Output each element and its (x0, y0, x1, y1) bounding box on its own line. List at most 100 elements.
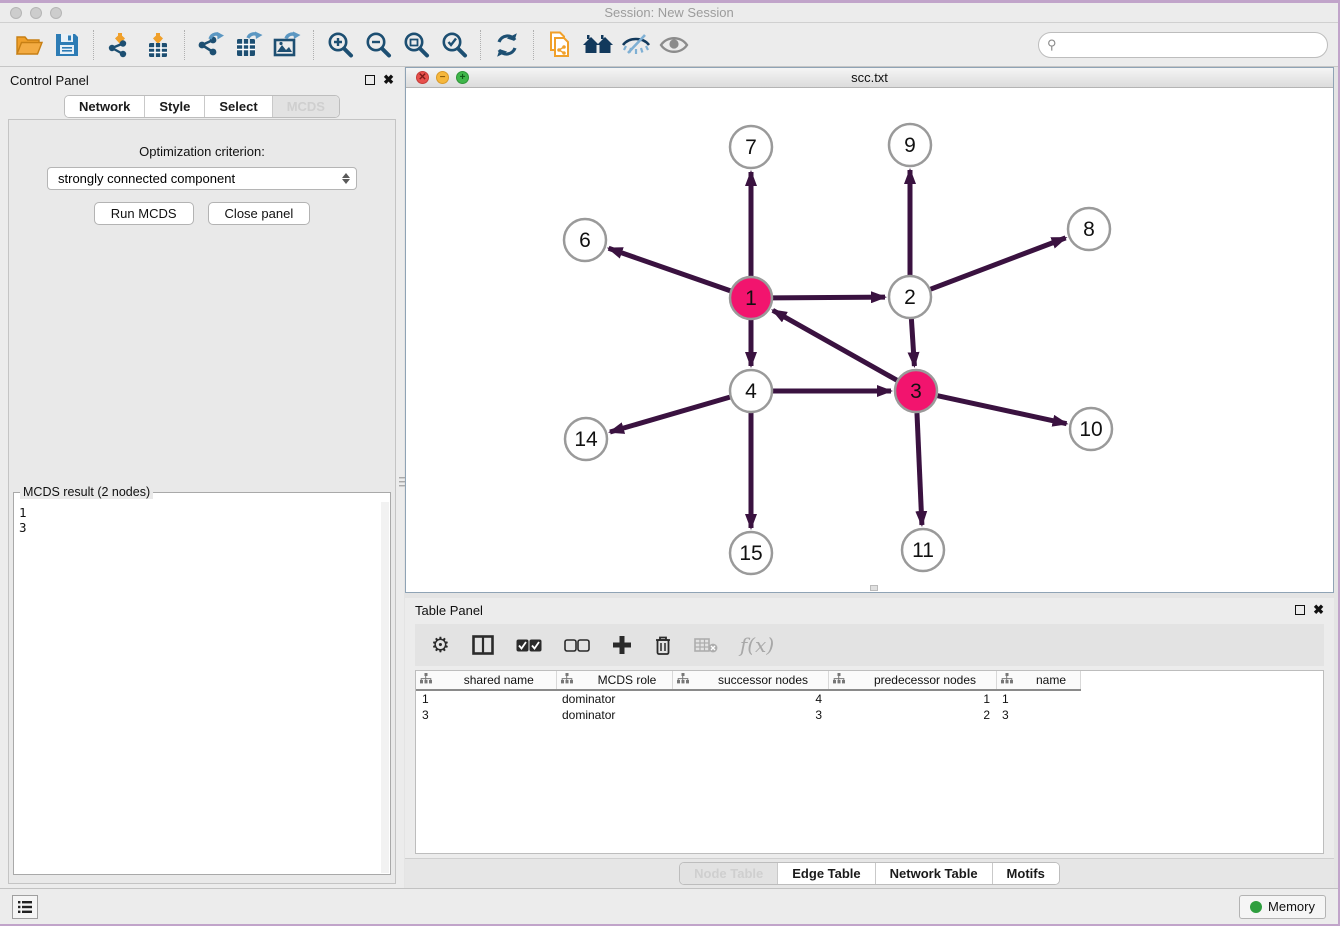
list-icon (17, 900, 33, 914)
search-field-wrap: ⚲ (1038, 32, 1328, 58)
graph-node-8[interactable]: 8 (1068, 208, 1110, 250)
float-panel-icon[interactable] (365, 75, 375, 85)
cell[interactable]: 1 (996, 690, 1080, 707)
svg-text:15: 15 (739, 542, 762, 565)
export-image-icon[interactable] (270, 28, 304, 62)
graph-node-10[interactable]: 10 (1070, 408, 1112, 450)
column-view-icon[interactable] (472, 635, 494, 655)
column-header-shared-name[interactable]: shared name (416, 671, 556, 690)
graph-edge-2-3[interactable] (911, 319, 914, 366)
delete-column-icon[interactable] (654, 635, 672, 656)
mcds-result-list[interactable]: 1 3 (15, 503, 381, 873)
column-header-MCDS-role[interactable]: MCDS role (556, 671, 672, 690)
graph-edge-3-1[interactable] (773, 310, 897, 380)
memory-button[interactable]: Memory (1239, 895, 1326, 919)
column-header-successor-nodes[interactable]: successor nodes (672, 671, 828, 690)
tab-style[interactable]: Style (145, 96, 205, 117)
tab-node-table[interactable]: Node Table (680, 863, 778, 884)
cell[interactable]: 4 (672, 690, 828, 707)
tab-network-table[interactable]: Network Table (876, 863, 993, 884)
control-panel: Control Panel ✖ Network Style Select MCD… (0, 67, 404, 888)
criterion-value: strongly connected component (58, 171, 235, 186)
network-canvas[interactable]: 7 9 6 8 1 2 4 3 14 10 15 11 (406, 88, 1333, 592)
search-input[interactable] (1038, 32, 1328, 58)
deselect-all-checks-icon[interactable] (564, 639, 590, 652)
graph-edge-1-2[interactable] (773, 297, 885, 298)
toolbar-separator (533, 30, 534, 60)
graph-node-4[interactable]: 4 (730, 370, 772, 412)
column-header-predecessor-nodes[interactable]: predecessor nodes (828, 671, 996, 690)
cell[interactable]: 3 (416, 707, 556, 723)
toolbar-separator (313, 30, 314, 60)
refresh-layout-icon[interactable] (490, 28, 524, 62)
graph-node-15[interactable]: 15 (730, 532, 772, 574)
graph-node-11[interactable]: 11 (902, 529, 944, 571)
graph-edge-4-14[interactable] (610, 397, 730, 432)
home-views-icon[interactable] (581, 28, 615, 62)
tab-network[interactable]: Network (65, 96, 145, 117)
function-builder-icon[interactable]: f(x) (740, 633, 774, 657)
close-table-panel-icon[interactable]: ✖ (1313, 605, 1324, 615)
export-network-icon[interactable] (194, 28, 228, 62)
table-row[interactable]: 3dominator323 (416, 707, 1080, 723)
tab-motifs[interactable]: Motifs (993, 863, 1059, 884)
mcds-tab-content: Optimization criterion: strongly connect… (8, 119, 396, 884)
graph-edge-3-11[interactable] (917, 413, 922, 525)
table-panel-title: Table Panel (415, 603, 483, 618)
settings-gear-icon[interactable]: ⚙ (431, 633, 450, 658)
show-details-icon[interactable] (657, 28, 691, 62)
import-network-icon[interactable] (103, 28, 137, 62)
canvas-resize-grip[interactable] (870, 585, 878, 591)
delete-table-icon[interactable] (694, 637, 718, 653)
import-table-icon[interactable] (141, 28, 175, 62)
graph-edge-2-8[interactable] (931, 238, 1066, 289)
graph-node-9[interactable]: 9 (889, 124, 931, 166)
graph-node-3[interactable]: 3 (895, 370, 937, 412)
export-table-icon[interactable] (232, 28, 266, 62)
graph-node-6[interactable]: 6 (564, 219, 606, 261)
run-mcds-button[interactable]: Run MCDS (94, 202, 194, 225)
column-type-icon (677, 673, 689, 687)
svg-text:8: 8 (1083, 218, 1095, 241)
hide-details-icon[interactable] (619, 28, 653, 62)
cell[interactable]: 3 (996, 707, 1080, 723)
graph-node-1[interactable]: 1 (730, 277, 772, 319)
open-folder-icon[interactable] (12, 28, 46, 62)
zoom-out-icon[interactable] (361, 28, 395, 62)
zoom-in-icon[interactable] (323, 28, 357, 62)
dropdown-stepper-icon (342, 173, 350, 184)
cell[interactable]: 2 (828, 707, 996, 723)
tab-mcds[interactable]: MCDS (273, 96, 339, 117)
tab-edge-table[interactable]: Edge Table (778, 863, 875, 884)
status-bar: Memory (0, 888, 1338, 924)
select-all-checks-icon[interactable] (516, 639, 542, 652)
close-panel-button[interactable]: Close panel (208, 202, 311, 225)
task-history-button[interactable] (12, 895, 38, 919)
tab-select[interactable]: Select (205, 96, 272, 117)
cell[interactable]: 3 (672, 707, 828, 723)
graph-node-14[interactable]: 14 (565, 418, 607, 460)
zoom-fit-icon[interactable] (399, 28, 433, 62)
column-header-name[interactable]: name (996, 671, 1080, 690)
close-panel-icon[interactable]: ✖ (383, 75, 394, 85)
float-table-panel-icon[interactable] (1295, 605, 1305, 615)
network-frame-titlebar[interactable]: ✕ − + scc.txt (406, 68, 1333, 88)
save-icon[interactable] (50, 28, 84, 62)
graph-edge-3-10[interactable] (937, 396, 1066, 424)
graph-edge-1-6[interactable] (609, 248, 731, 290)
cell[interactable]: dominator (556, 690, 672, 707)
result-scrollbar[interactable] (381, 502, 389, 873)
table-row[interactable]: 1dominator411 (416, 690, 1080, 707)
add-column-icon[interactable] (612, 635, 632, 655)
graph-node-7[interactable]: 7 (730, 126, 772, 168)
network-file-icon[interactable] (543, 28, 577, 62)
graph-node-2[interactable]: 2 (889, 276, 931, 318)
main-area: Control Panel ✖ Network Style Select MCD… (0, 67, 1338, 888)
cell[interactable]: dominator (556, 707, 672, 723)
cell[interactable]: 1 (416, 690, 556, 707)
criterion-dropdown[interactable]: strongly connected component (47, 167, 357, 190)
cell[interactable]: 1 (828, 690, 996, 707)
zoom-selected-icon[interactable] (437, 28, 471, 62)
table-tabs: Node Table Edge Table Network Table Moti… (679, 862, 1060, 885)
main-toolbar: ⚲ (0, 23, 1338, 67)
